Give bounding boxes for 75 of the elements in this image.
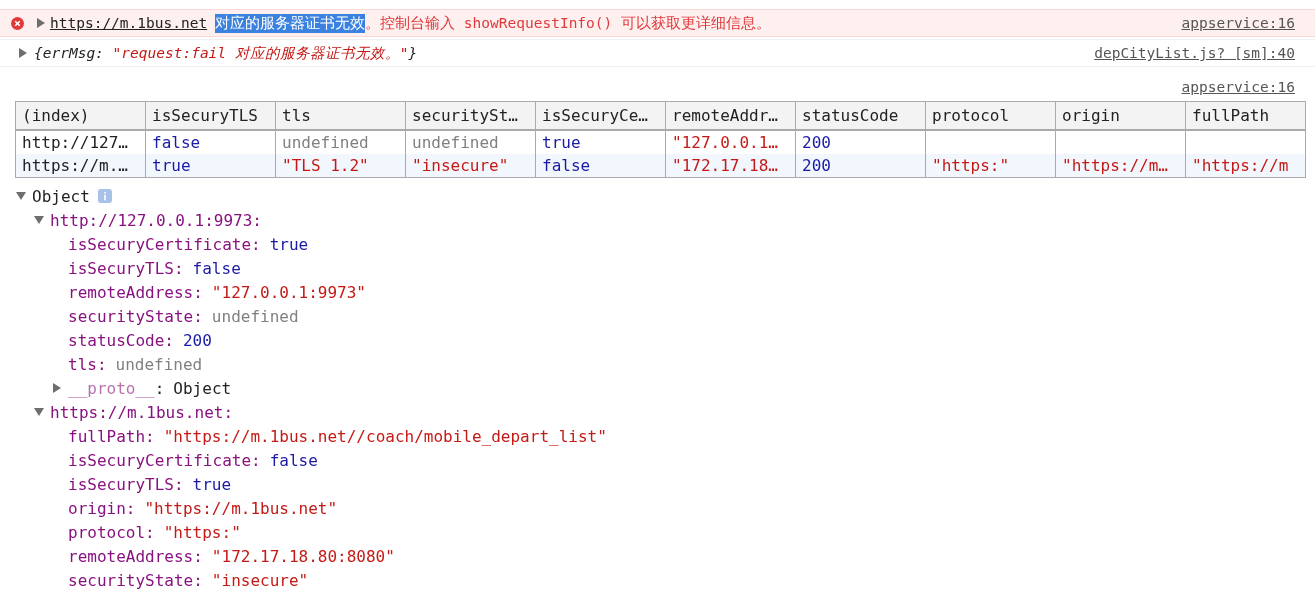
table-cell: true <box>542 132 581 152</box>
error-text: 对应的服务器证书无效 <box>215 13 366 33</box>
expand-arrow-icon[interactable] <box>16 191 26 201</box>
table-cell: "TLS 1.2" <box>282 155 369 175</box>
column-header[interactable]: isSecuryTLS <box>145 101 276 130</box>
property-key: isSecuryCertificate: <box>68 234 261 254</box>
table-cell: "insecure" <box>412 155 509 175</box>
property-value: true <box>192 474 232 494</box>
table-cell: false <box>542 155 591 175</box>
source-link[interactable]: appservice:16 <box>1181 15 1295 31</box>
property-key: isSecuryTLS: <box>68 474 184 494</box>
property-value: "insecure" <box>211 570 309 590</box>
table-cell: false <box>152 132 201 152</box>
property-value: true <box>269 234 309 254</box>
property-value: "127.0.0.1:9973" <box>211 282 366 302</box>
table-cell: undefined <box>412 132 499 152</box>
table-cell: "https:" <box>932 155 1010 175</box>
source-link[interactable]: depCityList.js? [sm]:40 <box>1094 45 1295 61</box>
error-icon <box>11 16 24 30</box>
column-header[interactable]: origin <box>1055 101 1186 130</box>
separator-text: : <box>154 378 165 398</box>
table-cell: 200 <box>802 155 831 175</box>
property-key: remoteAddress: <box>68 546 203 566</box>
table-cell: 200 <box>802 132 831 152</box>
object-label[interactable]: Object <box>32 186 90 206</box>
property-value: false <box>269 450 318 470</box>
property-key: protocol: <box>68 522 155 542</box>
column-header[interactable]: tls <box>275 101 406 130</box>
property-key[interactable]: http://127.0.0.1:9973: <box>50 210 262 230</box>
property-value: false <box>192 258 241 278</box>
property-key: statusCode: <box>68 330 174 350</box>
property-value: Object <box>173 378 232 398</box>
column-header[interactable]: isSecuryCe… <box>535 101 666 130</box>
error-text: 。控制台输入 showRequestInfo() 可以获取更详细信息。 <box>365 13 771 33</box>
column-header[interactable]: remoteAddr… <box>665 101 796 130</box>
property-key[interactable]: https://m.1bus.net: <box>50 402 234 422</box>
table-cell: http://127… <box>22 132 128 152</box>
property-value: "https://m.1bus.net" <box>144 498 338 518</box>
property-key: securityState: <box>68 306 203 326</box>
property-value: 200 <box>182 330 212 350</box>
property-value: undefined <box>115 354 203 374</box>
expand-arrow-icon[interactable] <box>34 407 44 417</box>
expand-arrow-icon[interactable] <box>36 18 45 28</box>
table-cell: "172.17.18… <box>672 155 778 175</box>
expand-arrow-icon[interactable] <box>34 215 44 225</box>
column-header[interactable]: statusCode <box>795 101 926 130</box>
table-cell: https://m.… <box>22 155 128 175</box>
property-value: "https:" <box>163 522 241 542</box>
table-cell: "https://m… <box>1062 155 1168 175</box>
property-value: "https://m.1bus.net//coach/mobile_depart_list" <box>163 426 607 446</box>
table-cell: "https://m <box>1192 155 1289 175</box>
property-key: fullPath: <box>68 426 155 446</box>
property-value: "172.17.18.80:8080" <box>211 546 395 566</box>
property-key: remoteAddress: <box>68 282 203 302</box>
property-value: undefined <box>211 306 299 326</box>
object-preview-text: {errMsg: <box>34 45 105 61</box>
table-cell: undefined <box>282 132 369 152</box>
column-header[interactable]: protocol <box>925 101 1056 130</box>
string-value: "request:fail 对应的服务器证书无效。" <box>112 43 409 63</box>
column-header[interactable]: securitySt… <box>405 101 536 130</box>
table-cell: "127.0.0.1… <box>672 132 778 152</box>
source-link[interactable]: appservice:16 <box>1181 79 1295 101</box>
object-preview-text: } <box>408 45 418 61</box>
column-header[interactable]: (index) <box>15 101 146 130</box>
column-header[interactable]: fullPath <box>1185 101 1306 130</box>
property-key: tls: <box>68 354 107 374</box>
property-key: origin: <box>68 498 136 518</box>
property-key: isSecuryCertificate: <box>68 450 261 470</box>
url-link[interactable]: https://m.1bus.net <box>50 15 208 31</box>
info-icon <box>97 189 112 203</box>
table-cell: true <box>152 155 191 175</box>
property-key: securityState: <box>68 570 203 590</box>
expand-arrow-icon[interactable] <box>18 48 27 58</box>
expand-arrow-icon[interactable] <box>52 383 62 393</box>
property-key: isSecuryTLS: <box>68 258 184 278</box>
